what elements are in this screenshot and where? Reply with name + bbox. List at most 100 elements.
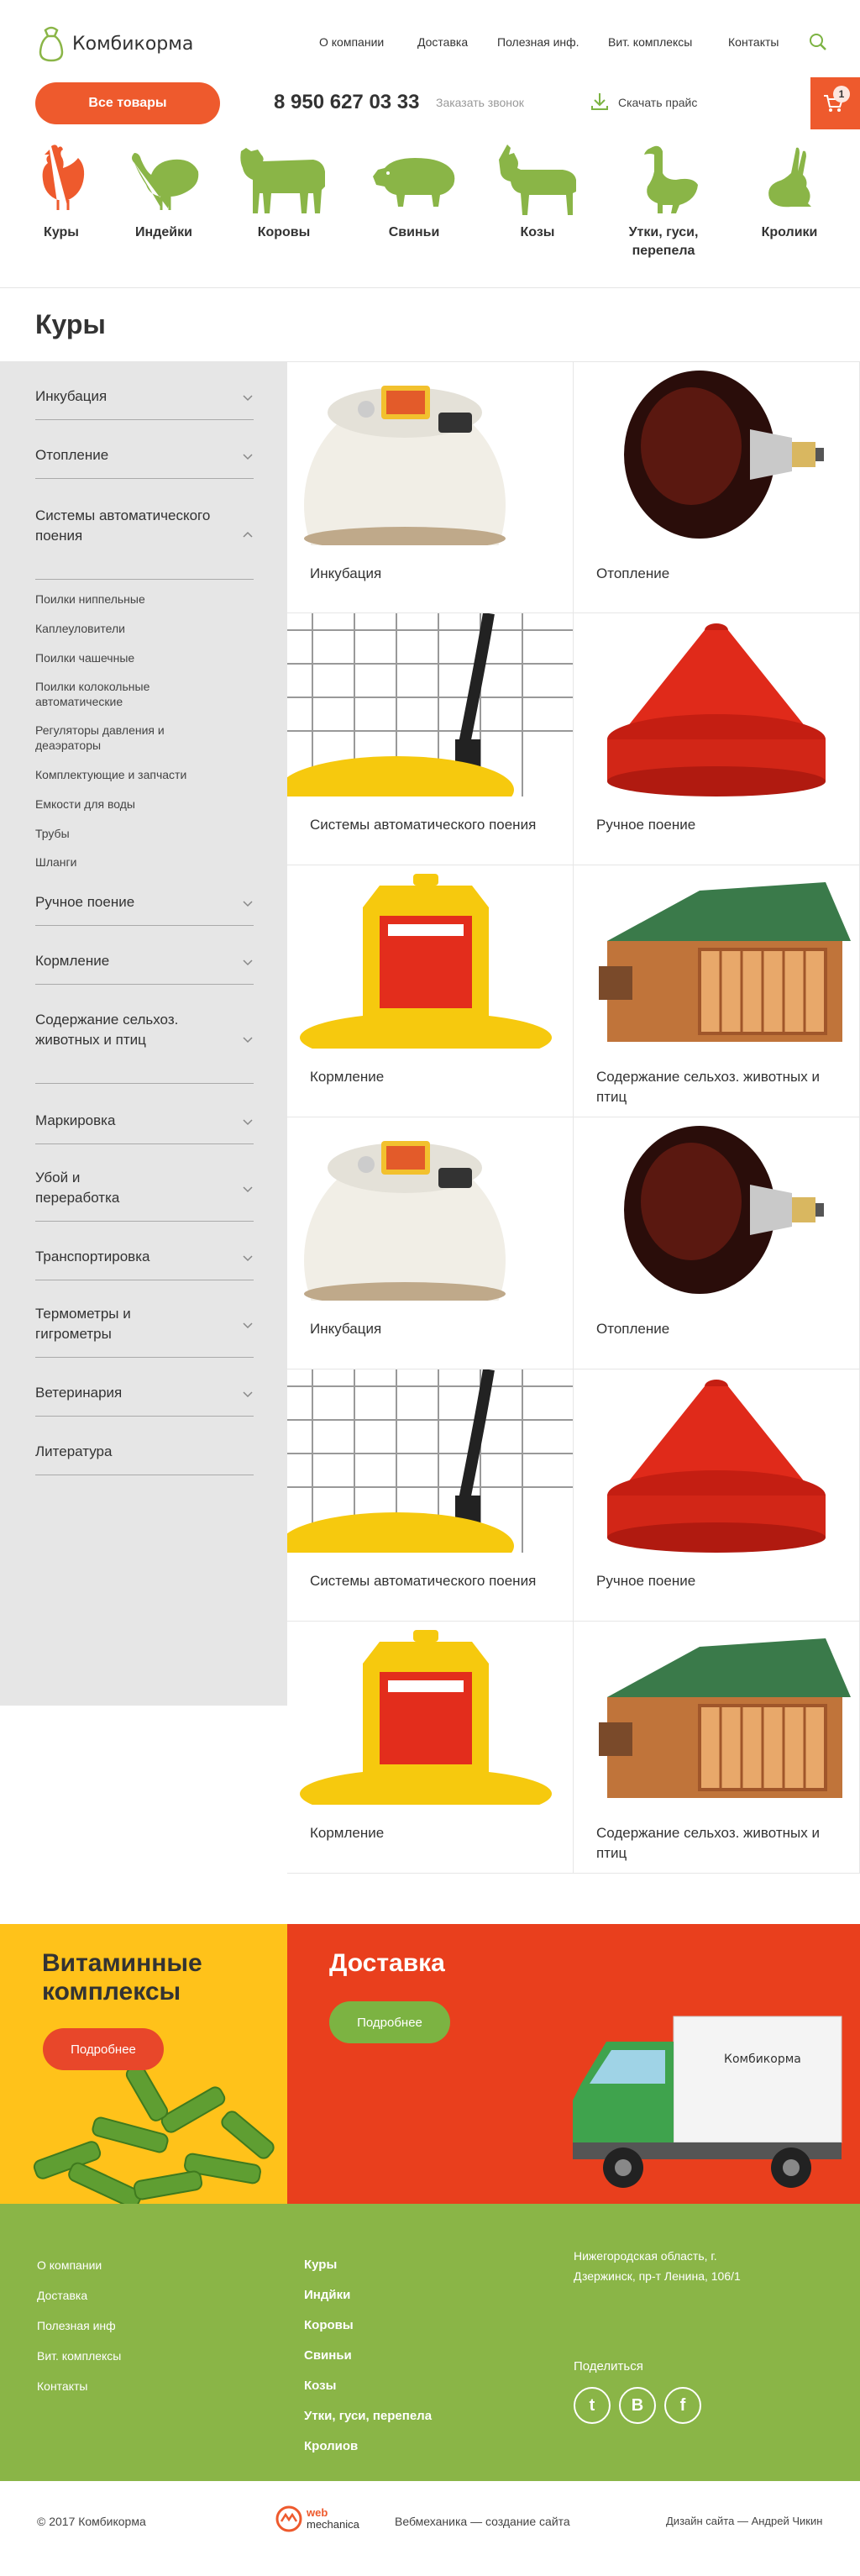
- sidebar-subitem[interactable]: Комплектующие и запчасти: [35, 767, 220, 782]
- truck-brand-text: Комбикорма: [724, 2053, 801, 2066]
- delivery-more-button[interactable]: Подробнее: [329, 2001, 450, 2043]
- vitamins-title: Витаминные комплексы: [42, 1949, 202, 2006]
- footer-category-link[interactable]: Индйки: [304, 2280, 432, 2311]
- sidebar-item-auto-watering[interactable]: Системы автоматического поения: [35, 506, 254, 580]
- footer-category-link[interactable]: Куры: [304, 2250, 432, 2280]
- sidebar-subitem[interactable]: Поилки чашечные: [35, 650, 220, 665]
- footer-link[interactable]: Полезная инф: [37, 2311, 121, 2341]
- footer-link[interactable]: Вит. комплексы: [37, 2341, 121, 2371]
- sidebar-subitem[interactable]: Поилки ниппельные: [35, 591, 220, 607]
- vk-icon[interactable]: B: [619, 2387, 656, 2424]
- category-card[interactable]: Инкубация: [287, 1117, 574, 1369]
- category-card[interactable]: Отопление: [574, 361, 860, 613]
- category-card[interactable]: Кормление: [287, 1622, 574, 1874]
- category-goats[interactable]: Козы: [496, 143, 579, 242]
- footer-category-link[interactable]: Коровы: [304, 2311, 432, 2341]
- category-pigs[interactable]: Свиньи: [368, 143, 460, 242]
- nav-contacts[interactable]: Контакты: [728, 35, 779, 49]
- sidebar-item-feeding[interactable]: Кормление: [35, 951, 254, 985]
- nav-vitamins[interactable]: Вит. комплексы: [608, 35, 692, 49]
- category-ducks-geese[interactable]: Утки, гуси, перепела: [621, 143, 705, 260]
- vitamins-banner[interactable]: Витаминные комплексы Подробнее: [0, 1924, 287, 2204]
- category-label: Индейки: [135, 225, 192, 239]
- footer-category-link[interactable]: Кролиов: [304, 2431, 432, 2462]
- manual-watering-image: [574, 1369, 859, 1553]
- webmechanica-credit[interactable]: Вебмеханика — создание сайта: [395, 2515, 570, 2528]
- sidebar-item-livestock-keeping[interactable]: Содержание сельхоз. животных и птиц: [35, 1010, 254, 1084]
- category-card-title: Содержание сельхоз. животных и птиц: [596, 1825, 820, 1861]
- twitter-icon[interactable]: t: [574, 2387, 611, 2424]
- sidebar-subitem[interactable]: Шланги: [35, 854, 220, 870]
- sidebar-subitem[interactable]: Емкости для воды: [35, 796, 220, 812]
- chevron-up-icon: [243, 531, 253, 538]
- webmechanica-brand-2: mechanica: [307, 2518, 359, 2531]
- category-card[interactable]: Содержание сельхоз. животных и птиц: [574, 865, 860, 1117]
- footer-category-link[interactable]: Утки, гуси, перепела: [304, 2401, 432, 2431]
- category-card-title: Содержание сельхоз. животных и птиц: [596, 1069, 820, 1105]
- delivery-banner[interactable]: Доставка Подробнее Комбикорма: [287, 1924, 860, 2204]
- footer-category-link[interactable]: Козы: [304, 2371, 432, 2401]
- all-goods-button[interactable]: Все товары: [35, 82, 220, 124]
- sidebar-item-label: Маркировка: [35, 1112, 116, 1128]
- delivery-truck-image: Комбикорма: [573, 2016, 842, 2188]
- cart-button[interactable]: 1: [810, 77, 860, 129]
- goat-icon: [499, 145, 576, 215]
- download-price-link[interactable]: Скачать прайс: [618, 96, 697, 109]
- footer-link[interactable]: Доставка: [37, 2280, 121, 2311]
- sidebar-item-slaughter[interactable]: Убой и переработка: [35, 1168, 254, 1222]
- logo[interactable]: Комбикорма: [35, 24, 193, 64]
- search-icon[interactable]: [808, 32, 828, 52]
- nav-about[interactable]: О компании: [319, 35, 384, 49]
- category-card-title: Отопление: [596, 1321, 670, 1337]
- footer-link[interactable]: О компании: [37, 2250, 121, 2280]
- cart-count-badge: 1: [833, 86, 850, 103]
- category-card[interactable]: Ручное поение: [574, 613, 860, 865]
- coop-image: [574, 1622, 859, 1805]
- chevron-down-icon: [243, 1119, 253, 1126]
- sidebar-subitem[interactable]: Трубы: [35, 826, 220, 841]
- category-card[interactable]: Системы автоматического поения: [287, 613, 574, 865]
- sidebar-item-veterinary[interactable]: Ветеринария: [35, 1383, 254, 1417]
- category-card[interactable]: Отопление: [574, 1117, 860, 1369]
- design-credit[interactable]: Дизайн сайта — Андрей Чикин: [666, 2515, 822, 2527]
- category-card-title: Кормление: [310, 1825, 385, 1841]
- category-turkeys[interactable]: Индейки: [126, 143, 202, 242]
- category-card[interactable]: Кормление: [287, 865, 574, 1117]
- sidebar-item-marking[interactable]: Маркировка: [35, 1111, 254, 1144]
- callback-link[interactable]: Заказать звонок: [436, 96, 524, 109]
- sidebar-item-label: Убой и переработка: [35, 1170, 120, 1206]
- coop-image: [574, 865, 859, 1049]
- sidebar-item-manual-watering[interactable]: Ручное поение: [35, 892, 254, 926]
- facebook-icon[interactable]: f: [664, 2387, 701, 2424]
- sidebar-subitem[interactable]: Каплеуловители: [35, 621, 220, 636]
- webmechanica-logo[interactable]: web mechanica: [275, 2505, 359, 2533]
- category-cows[interactable]: Коровы: [238, 143, 330, 242]
- sidebar-subitem[interactable]: Регуляторы давления и деаэраторы: [35, 723, 220, 753]
- promo-banners: Витаминные комплексы Подробнее Доставка …: [0, 1924, 860, 2204]
- footer-category-link[interactable]: Свиньи: [304, 2341, 432, 2371]
- footer-address: Нижегородская область, г. Дзержинск, пр-…: [574, 2249, 741, 2283]
- footer-link[interactable]: Контакты: [37, 2371, 121, 2401]
- category-rabbits[interactable]: Кролики: [752, 143, 827, 242]
- nav-info[interactable]: Полезная инф.: [497, 35, 579, 49]
- category-card[interactable]: Инкубация: [287, 361, 574, 613]
- sidebar-subitem[interactable]: Поилки колокольные автоматические: [35, 679, 220, 709]
- vitamins-more-button[interactable]: Подробнее: [43, 2028, 164, 2070]
- chevron-down-icon: [243, 1037, 253, 1044]
- sidebar-item-thermometers[interactable]: Термометры и гигрометры: [35, 1304, 254, 1358]
- cow-icon: [240, 148, 325, 213]
- sidebar-item-incubation[interactable]: Инкубация: [35, 386, 254, 420]
- nav-delivery[interactable]: Доставка: [417, 35, 468, 49]
- category-card[interactable]: Ручное поение: [574, 1369, 860, 1622]
- category-card[interactable]: Системы автоматического поения: [287, 1369, 574, 1622]
- sidebar-item-literature[interactable]: Литература: [35, 1442, 254, 1475]
- download-icon[interactable]: [590, 92, 609, 112]
- category-chickens[interactable]: Куры: [32, 143, 91, 242]
- divider: [0, 287, 860, 288]
- sidebar-item-label: Содержание сельхоз. животных и птиц: [35, 1012, 179, 1048]
- category-card[interactable]: Содержание сельхоз. животных и птиц: [574, 1622, 860, 1874]
- sidebar-item-label: Системы автоматического поения: [35, 507, 211, 544]
- sidebar-item-heating[interactable]: Отопление: [35, 445, 254, 479]
- auto-watering-image: [287, 1369, 573, 1553]
- sidebar-item-transport[interactable]: Транспортировка: [35, 1247, 254, 1280]
